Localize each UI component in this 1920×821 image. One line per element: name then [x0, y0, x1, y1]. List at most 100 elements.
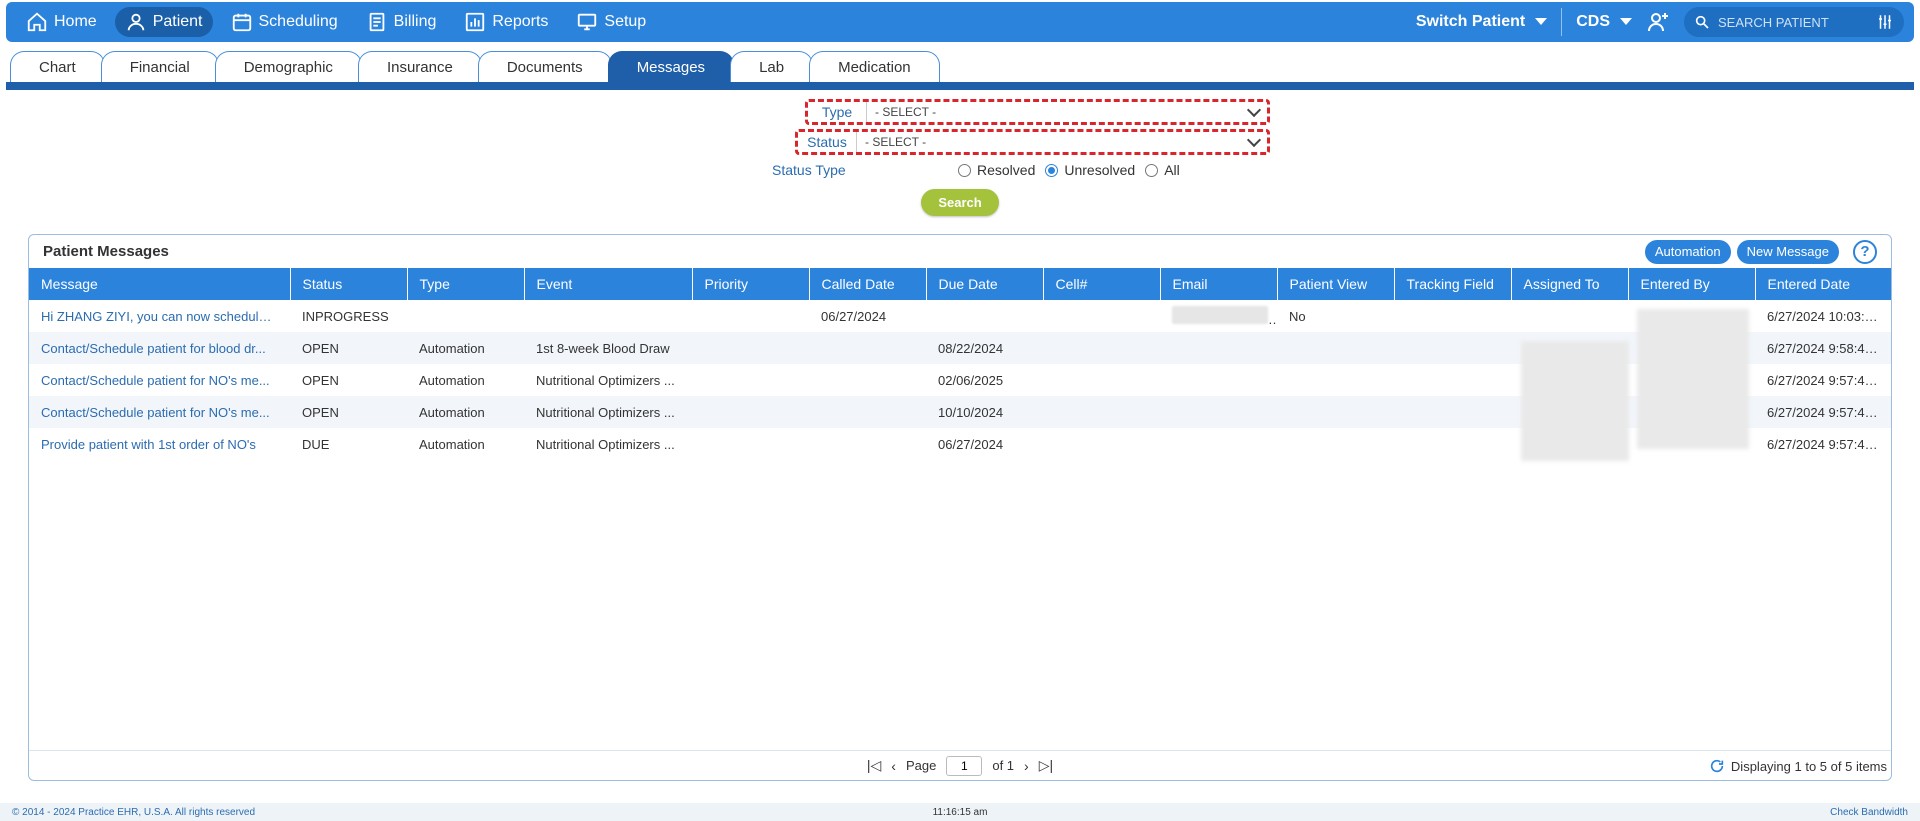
tab-documents[interactable]: Documents — [477, 51, 612, 82]
cell-called-date: 06/27/2024 — [821, 308, 887, 324]
nav-billing-label: Billing — [393, 13, 437, 30]
cell-type: Automation — [419, 372, 485, 388]
col-email[interactable]: Email — [1160, 268, 1278, 300]
next-page-icon[interactable]: › — [1024, 758, 1029, 774]
nav-reports[interactable]: Reports — [454, 7, 558, 37]
tab-lab[interactable]: Lab — [730, 51, 814, 82]
col-entered-by[interactable]: Entered By — [1628, 268, 1756, 300]
tab-insurance[interactable]: Insurance — [357, 51, 482, 82]
col-priority[interactable]: Priority — [692, 268, 810, 300]
radio-circle — [1045, 163, 1059, 177]
chevron-down-icon — [1246, 102, 1262, 117]
radio-all[interactable]: All — [1145, 162, 1180, 178]
patient-tabs: Chart Financial Demographic Insurance Do… — [10, 51, 940, 82]
col-message[interactable]: Message — [29, 268, 291, 300]
cell-entered-date: 6/27/2024 9:57:42 A... — [1767, 436, 1892, 452]
col-status[interactable]: Status — [290, 268, 408, 300]
search-button[interactable]: Search — [921, 189, 999, 216]
refresh-icon[interactable] — [1709, 758, 1725, 774]
status-type-group: Status Type Resolved Unresolved All — [772, 162, 1190, 178]
col-cell[interactable]: Cell# — [1043, 268, 1161, 300]
new-message-button[interactable]: New Message — [1736, 239, 1839, 264]
copyright-text: © 2014 - 2024 Practice EHR, U.S.A. All r… — [12, 806, 256, 818]
col-event[interactable]: Event — [524, 268, 693, 300]
table-row[interactable]: Hi ZHANG ZIYI, you can now schedule ... … — [29, 300, 1891, 332]
type-filter: Type - SELECT - — [805, 99, 1270, 125]
cell-patient-view: No — [1289, 308, 1306, 324]
nav-billing[interactable]: Billing — [356, 7, 447, 37]
panel-header: Patient Messages Automation New Message … — [29, 235, 1891, 268]
nav-setup[interactable]: Setup — [566, 7, 656, 37]
redacted-assigned-to — [1521, 341, 1629, 461]
cds-dropdown[interactable]: CDS — [1576, 13, 1632, 31]
message-link[interactable]: Provide patient with 1st order of NO's — [29, 428, 290, 460]
help-icon[interactable]: ? — [1853, 239, 1877, 264]
col-type[interactable]: Type — [407, 268, 525, 300]
message-link[interactable]: Contact/Schedule patient for blood dr... — [29, 332, 290, 364]
message-link[interactable]: Contact/Schedule patient for NO's me... — [29, 364, 290, 396]
cell-event: 1st 8-week Blood Draw — [536, 340, 670, 356]
nav-reports-label: Reports — [492, 13, 549, 30]
col-patient-view[interactable]: Patient View — [1277, 268, 1395, 300]
cell-email — [1160, 364, 1277, 396]
nav-patient[interactable]: Patient — [114, 7, 213, 37]
tab-financial[interactable]: Financial — [100, 51, 219, 82]
cell-email — [1160, 332, 1277, 364]
tab-messages[interactable]: Messages — [607, 51, 735, 82]
automation-button[interactable]: Automation — [1644, 239, 1731, 264]
panel-title: Patient Messages — [43, 243, 169, 260]
divider — [1561, 8, 1563, 36]
first-page-icon[interactable]: |◁ — [867, 757, 881, 774]
cell-patient-view — [1277, 332, 1394, 364]
top-navbar: Home Patient Scheduling Billing Reports … — [6, 2, 1914, 42]
tab-demographic[interactable]: Demographic — [214, 51, 362, 82]
cell-type — [407, 300, 524, 332]
col-entered-date[interactable]: Entered Date — [1755, 268, 1891, 300]
cell-cell — [1043, 428, 1160, 460]
message-link[interactable]: Contact/Schedule patient for NO's me... — [29, 396, 290, 428]
nav-home[interactable]: Home — [16, 7, 107, 37]
prev-page-icon[interactable]: ‹ — [891, 758, 896, 774]
cell-entered-date: 6/27/2024 9:57:43 A... — [1767, 372, 1892, 388]
col-called-date[interactable]: Called Date — [809, 268, 927, 300]
filter-sliders-icon[interactable] — [1876, 13, 1894, 31]
radio-unresolved[interactable]: Unresolved — [1045, 162, 1135, 178]
cds-label: CDS — [1576, 13, 1610, 30]
cell-due-date: 06/27/2024 — [938, 436, 1004, 452]
cell-status: DUE — [302, 436, 330, 452]
radio-resolved[interactable]: Resolved — [958, 162, 1035, 178]
cell-tracking — [1394, 396, 1511, 428]
cell-cell — [1043, 300, 1160, 332]
chevron-down-icon — [1620, 18, 1632, 26]
tab-underline — [6, 82, 1914, 90]
redacted-entered-by — [1637, 309, 1749, 449]
last-page-icon[interactable]: ▷| — [1039, 757, 1053, 774]
col-tracking-field[interactable]: Tracking Field — [1394, 268, 1512, 300]
add-user-icon[interactable] — [1646, 10, 1670, 34]
cell-priority — [692, 332, 809, 364]
tab-medication[interactable]: Medication — [809, 51, 940, 82]
chevron-down-icon — [1535, 18, 1548, 26]
page-label: Page — [905, 758, 937, 773]
cell-tracking — [1394, 300, 1511, 332]
message-link[interactable]: Hi ZHANG ZIYI, you can now schedule ... — [29, 300, 290, 332]
col-assigned-to[interactable]: Assigned To — [1511, 268, 1629, 300]
cell-type: Automation — [419, 436, 485, 452]
tab-chart[interactable]: Chart — [10, 51, 105, 82]
status-select[interactable]: - SELECT - — [856, 132, 1267, 152]
nav-scheduling[interactable]: Scheduling — [221, 7, 348, 37]
switch-patient-dropdown[interactable]: Switch Patient — [1416, 13, 1548, 31]
check-bandwidth-link[interactable]: Check Bandwidth — [1830, 807, 1908, 818]
col-due-date[interactable]: Due Date — [926, 268, 1044, 300]
cell-entered-date: 6/27/2024 9:57:42 AM — [1767, 404, 1892, 420]
cell-called-date — [809, 364, 926, 396]
page-number-input[interactable] — [946, 755, 983, 776]
footer: © 2014 - 2024 Practice EHR, U.S.A. All r… — [0, 803, 1920, 821]
type-select[interactable]: - SELECT - — [866, 102, 1267, 122]
cell-due-date: 10/10/2024 — [938, 404, 1004, 420]
cell-priority — [692, 428, 809, 460]
home-icon — [27, 12, 47, 32]
type-label: Type — [821, 104, 853, 120]
search-patient-input[interactable] — [1718, 14, 1868, 30]
status-type-label: Status Type — [772, 162, 846, 178]
